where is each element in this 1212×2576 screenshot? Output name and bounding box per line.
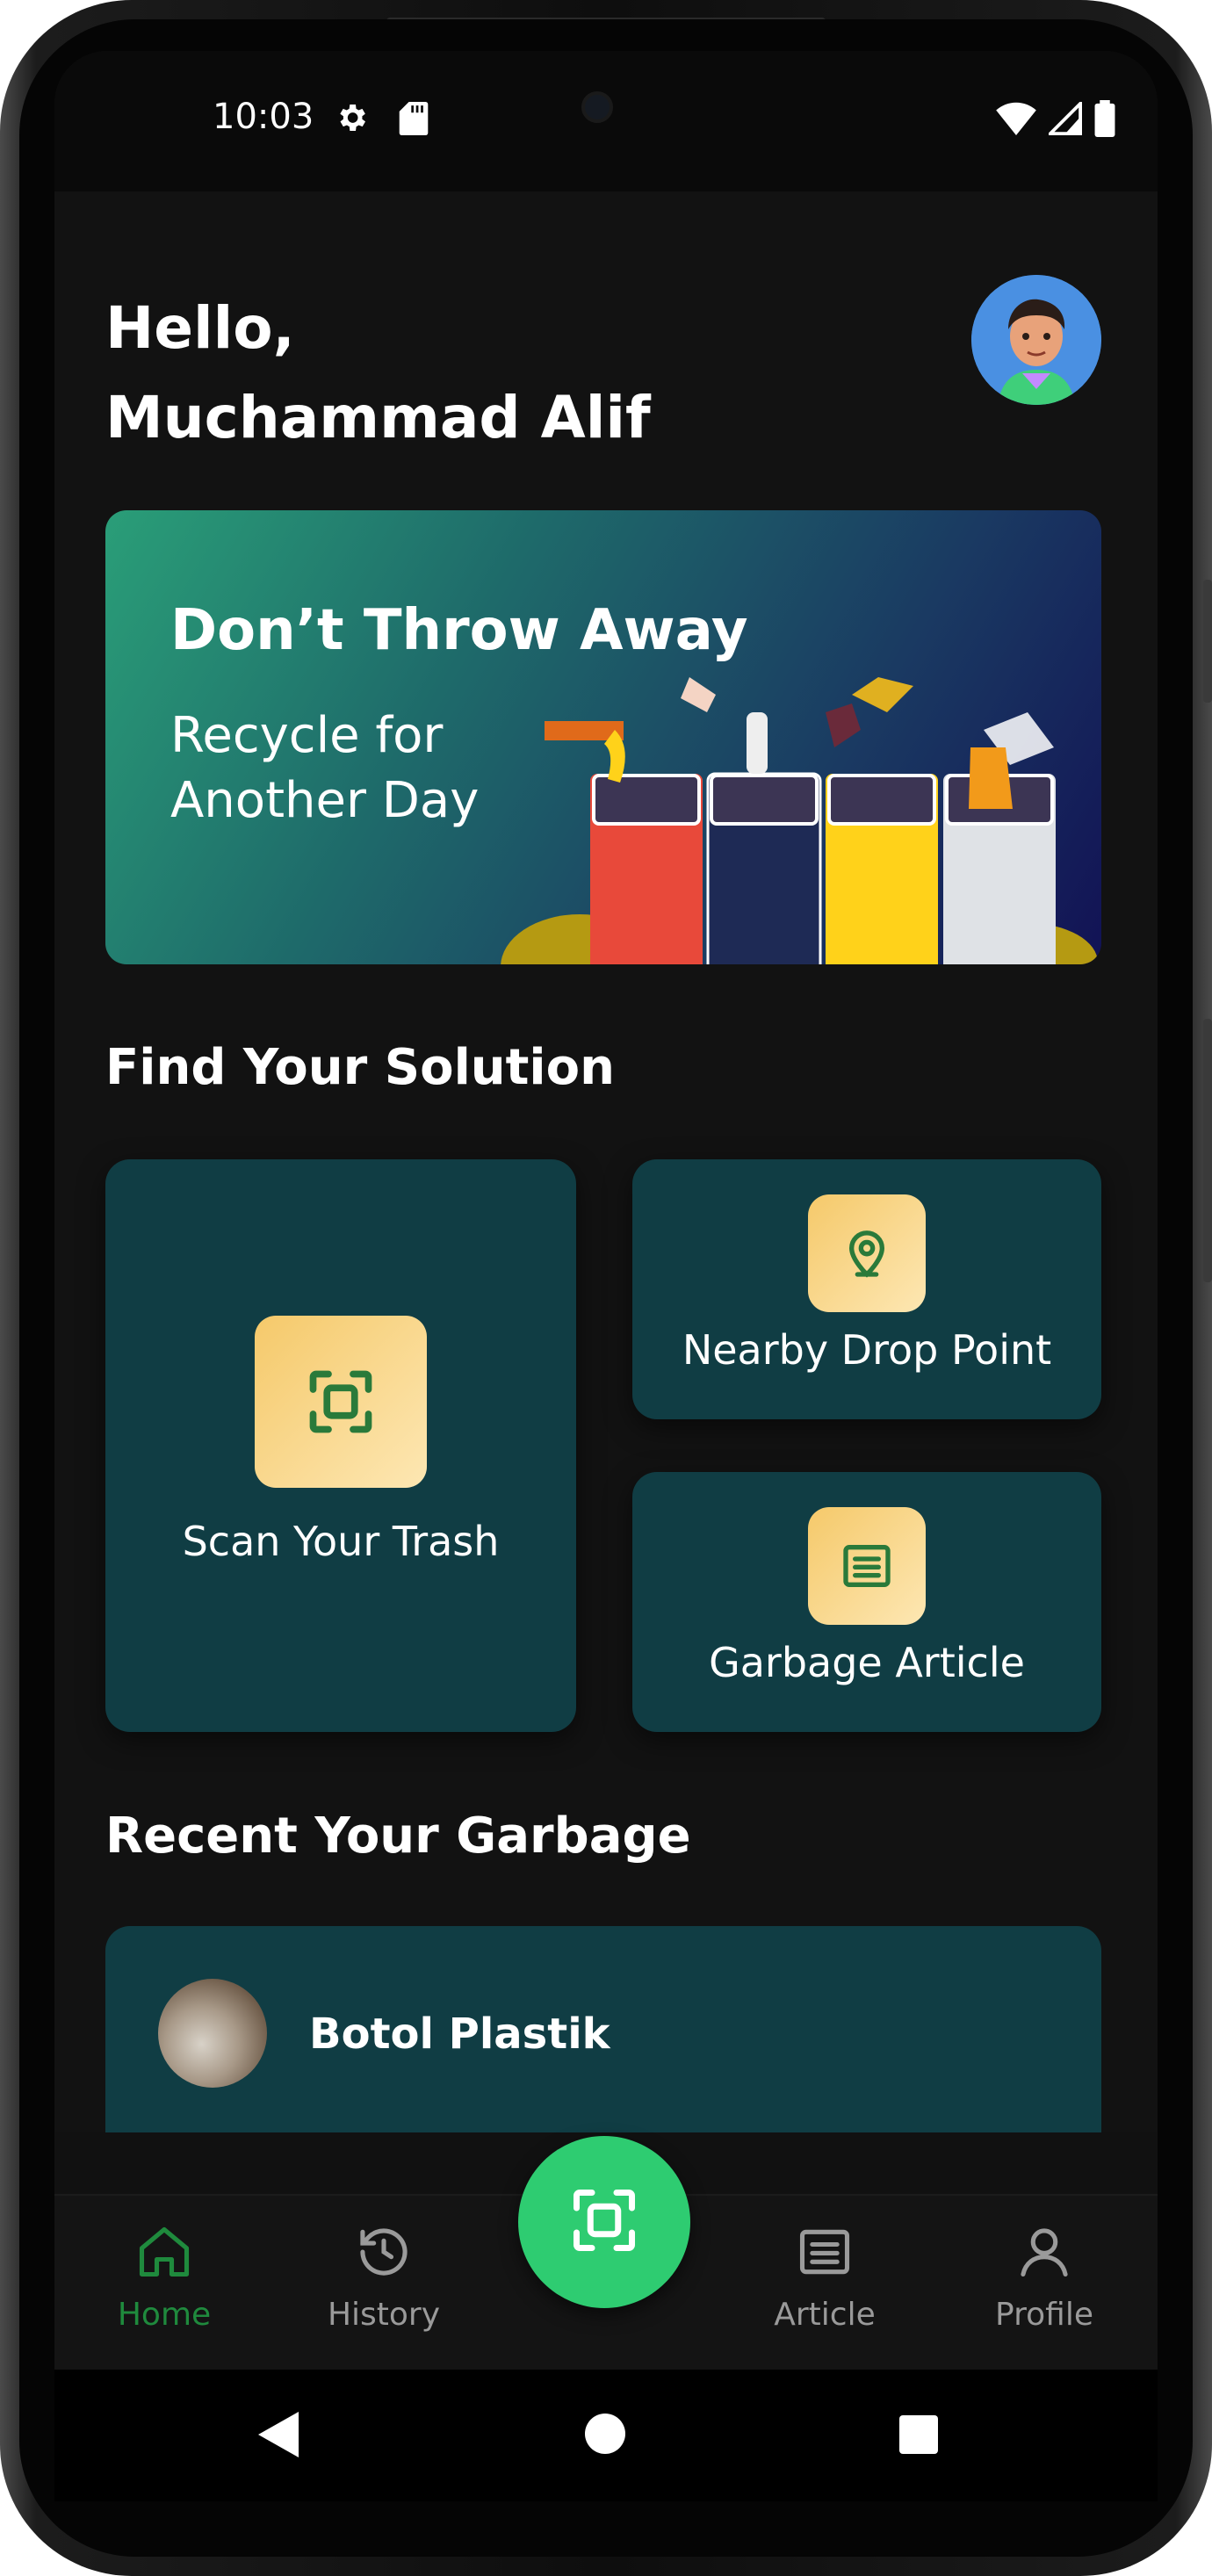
recent-apps-button[interactable] — [899, 2415, 938, 2454]
gear-icon — [334, 100, 369, 139]
status-icons — [996, 99, 1115, 141]
status-time: 10:03 — [213, 97, 314, 137]
nav-history[interactable]: History — [309, 2222, 458, 2333]
nav-profile-label: Profile — [995, 2297, 1093, 2333]
wifi-icon — [996, 102, 1036, 139]
back-icon[interactable] — [258, 2412, 299, 2461]
status-bar: 10:03 — [54, 51, 1158, 191]
garbage-article-card[interactable]: Garbage Article — [632, 1472, 1101, 1732]
scan-trash-label: Scan Your Trash — [182, 1518, 500, 1565]
sd-card-icon — [399, 102, 429, 139]
article-icon — [808, 1507, 926, 1625]
list-item[interactable]: Botol Plastik — [105, 1926, 1101, 2154]
greeting: Hello, Muchammad Alif — [105, 284, 651, 463]
nav-article-label: Article — [774, 2297, 876, 2333]
recent-item-thumbnail — [158, 1979, 267, 2088]
promo-banner[interactable]: Don’t Throw Away Recycle for Another Day — [105, 510, 1101, 964]
greeting-hello: Hello, — [105, 294, 295, 362]
location-pin-icon — [808, 1194, 926, 1312]
home-icon — [134, 2226, 194, 2290]
scan-trash-card[interactable]: Scan Your Trash — [105, 1159, 576, 1732]
scan-icon — [255, 1316, 427, 1488]
battery-icon — [1094, 100, 1115, 141]
solutions-title: Find Your Solution — [105, 1039, 615, 1096]
scan-icon — [567, 2183, 641, 2261]
power-button — [1203, 1019, 1212, 1282]
garbage-article-label: Garbage Article — [709, 1639, 1025, 1686]
recent-item-name: Botol Plastik — [309, 2010, 610, 2059]
system-navigation-bar — [54, 2370, 1158, 2501]
volume-button — [1203, 580, 1212, 703]
recent-garbage-title: Recent Your Garbage — [105, 1808, 691, 1865]
app-screen: 10:03 Hello, Muchammad Alif Don’t Throw … — [54, 51, 1158, 2370]
front-camera — [581, 91, 613, 123]
signal-icon — [1046, 99, 1082, 139]
nav-article[interactable]: Article — [750, 2222, 899, 2333]
nav-profile[interactable]: Profile — [970, 2222, 1119, 2333]
article-icon — [795, 2229, 855, 2290]
profile-icon — [1014, 2228, 1074, 2290]
history-icon — [354, 2228, 414, 2290]
nav-history-label: History — [327, 2297, 441, 2333]
banner-title: Don’t Throw Away — [170, 598, 748, 663]
avatar[interactable] — [971, 275, 1101, 405]
scan-fab-button[interactable] — [518, 2136, 690, 2308]
greeting-username: Muchammad Alif — [105, 384, 651, 451]
nearby-drop-point-card[interactable]: Nearby Drop Point — [632, 1159, 1101, 1419]
recycle-bins-illustration — [492, 677, 1101, 964]
nearby-drop-point-label: Nearby Drop Point — [682, 1326, 1052, 1374]
nav-home-label: Home — [117, 2297, 212, 2333]
home-button[interactable] — [585, 2414, 625, 2454]
nav-home[interactable]: Home — [90, 2222, 239, 2333]
